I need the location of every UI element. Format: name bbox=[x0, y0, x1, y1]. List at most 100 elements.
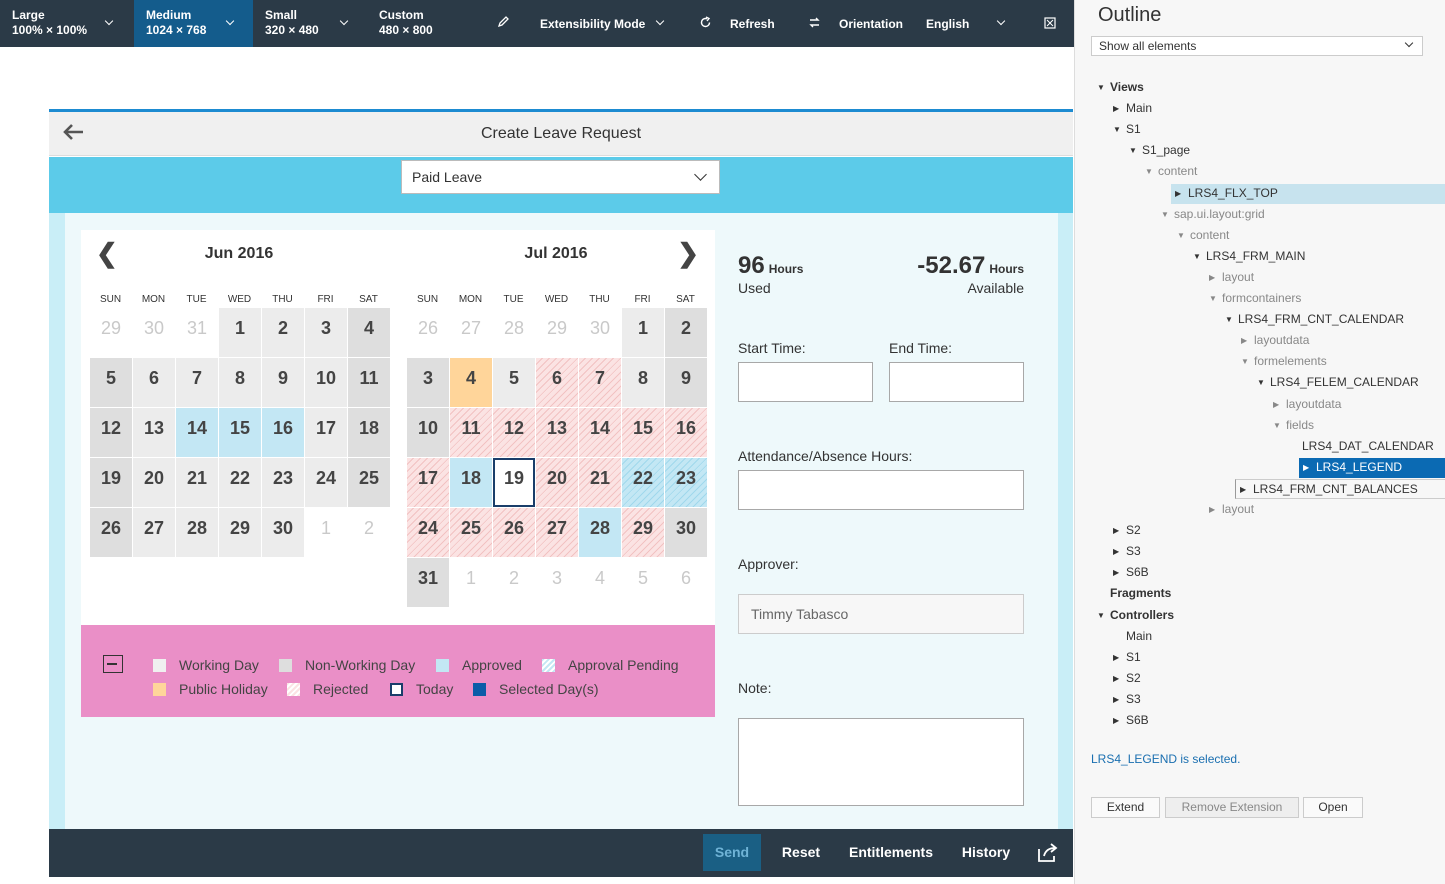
edit-button[interactable] bbox=[490, 0, 520, 47]
tree-node[interactable]: Main bbox=[1113, 627, 1445, 647]
day-cell[interactable]: 26 bbox=[90, 508, 132, 557]
day-cell[interactable]: 23 bbox=[262, 458, 304, 507]
caret-right-icon[interactable]: ▶ bbox=[1113, 669, 1119, 688]
tree-node[interactable]: ▼ LRS4_FRM_MAIN bbox=[1193, 247, 1445, 267]
caret-right-icon[interactable]: ▶ bbox=[1113, 711, 1119, 730]
day-cell[interactable]: 18 bbox=[450, 458, 492, 507]
language-dropdown[interactable]: English bbox=[916, 0, 1016, 47]
day-cell[interactable]: 8 bbox=[622, 358, 664, 407]
tree-node[interactable]: LRS4_DAT_CALENDAR bbox=[1289, 437, 1445, 457]
caret-down-icon[interactable]: ▼ bbox=[1193, 247, 1201, 266]
day-cell[interactable]: 5 bbox=[493, 358, 535, 407]
day-cell[interactable]: 6 bbox=[133, 358, 175, 407]
day-cell[interactable]: 12 bbox=[493, 408, 535, 457]
day-cell[interactable]: 25 bbox=[348, 458, 390, 507]
tree-node[interactable]: ▶ S1 bbox=[1113, 648, 1445, 668]
day-cell[interactable]: 12 bbox=[90, 408, 132, 457]
tree-node[interactable]: ▼ S1 bbox=[1113, 120, 1445, 140]
day-cell[interactable]: 19 bbox=[493, 458, 535, 507]
day-cell[interactable]: 17 bbox=[305, 408, 347, 457]
tree-node[interactable]: ▼ Views bbox=[1097, 78, 1445, 98]
size-custom-button[interactable]: Custom 480 × 800 bbox=[367, 0, 487, 47]
day-cell[interactable]: 15 bbox=[219, 408, 261, 457]
day-cell[interactable]: 21 bbox=[176, 458, 218, 507]
day-cell[interactable]: 5 bbox=[90, 358, 132, 407]
tree-node[interactable]: ▼ content bbox=[1145, 162, 1445, 182]
caret-right-icon[interactable]: ▶ bbox=[1113, 690, 1119, 709]
tree-node[interactable]: ▶ layoutdata bbox=[1241, 331, 1445, 351]
day-cell[interactable]: 14 bbox=[579, 408, 621, 457]
caret-right-icon[interactable]: ▶ bbox=[1303, 458, 1309, 477]
tree-node[interactable]: ▼ LRS4_FRM_CNT_CALENDAR bbox=[1225, 310, 1445, 330]
collapse-icon[interactable] bbox=[103, 655, 123, 673]
tree-node[interactable]: ▼ S1_page bbox=[1129, 141, 1445, 161]
day-cell[interactable]: 11 bbox=[450, 408, 492, 457]
tree-node[interactable]: ▼ formcontainers bbox=[1209, 289, 1445, 309]
leave-type-select[interactable]: Paid Leave bbox=[401, 160, 720, 194]
day-cell[interactable]: 25 bbox=[450, 508, 492, 557]
day-cell[interactable]: 11 bbox=[348, 358, 390, 407]
day-cell[interactable]: 10 bbox=[407, 408, 449, 457]
day-cell[interactable]: 18 bbox=[348, 408, 390, 457]
caret-down-icon[interactable]: ▼ bbox=[1225, 310, 1233, 329]
note-textarea[interactable] bbox=[738, 718, 1024, 806]
outline-filter-select[interactable]: Show all elements bbox=[1091, 36, 1423, 56]
history-button[interactable]: History bbox=[955, 834, 1017, 871]
size-small-button[interactable]: Small 320 × 480 bbox=[253, 0, 367, 47]
day-cell[interactable]: 20 bbox=[536, 458, 578, 507]
caret-down-icon[interactable]: ▼ bbox=[1161, 205, 1169, 224]
caret-down-icon[interactable]: ▼ bbox=[1257, 373, 1265, 392]
day-cell[interactable]: 27 bbox=[133, 508, 175, 557]
day-cell[interactable]: 13 bbox=[133, 408, 175, 457]
fullscreen-button[interactable] bbox=[1036, 0, 1066, 47]
caret-down-icon[interactable]: ▼ bbox=[1113, 120, 1121, 139]
tree-node[interactable]: ▶ S2 bbox=[1113, 521, 1445, 541]
caret-down-icon[interactable]: ▼ bbox=[1097, 78, 1105, 97]
day-cell[interactable]: 29 bbox=[622, 508, 664, 557]
tree-node[interactable]: ▶ S3 bbox=[1113, 542, 1445, 562]
day-cell[interactable]: 20 bbox=[133, 458, 175, 507]
tree-node[interactable]: ▶ layout bbox=[1209, 500, 1445, 520]
caret-right-icon[interactable]: ▶ bbox=[1240, 480, 1246, 499]
day-cell[interactable]: 16 bbox=[262, 408, 304, 457]
day-cell[interactable]: 31 bbox=[407, 558, 449, 607]
day-cell[interactable]: 22 bbox=[622, 458, 664, 507]
caret-right-icon[interactable]: ▶ bbox=[1113, 648, 1119, 667]
day-cell[interactable]: 6 bbox=[536, 358, 578, 407]
tree-node[interactable]: ▼ sap.ui.layout:grid bbox=[1161, 205, 1445, 225]
tree-node[interactable]: ▶ LRS4_FLX_TOP bbox=[1171, 184, 1445, 204]
extend-button[interactable]: Extend bbox=[1091, 797, 1160, 818]
day-cell[interactable]: 28 bbox=[579, 508, 621, 557]
day-cell[interactable]: 27 bbox=[536, 508, 578, 557]
caret-right-icon[interactable]: ▶ bbox=[1175, 184, 1181, 203]
day-cell[interactable]: 4 bbox=[450, 358, 492, 407]
day-cell[interactable]: 10 bbox=[305, 358, 347, 407]
reset-button[interactable]: Reset bbox=[775, 834, 827, 871]
hours-input[interactable] bbox=[738, 470, 1024, 510]
day-cell[interactable]: 3 bbox=[305, 308, 347, 357]
day-cell[interactable]: 15 bbox=[622, 408, 664, 457]
caret-down-icon[interactable]: ▼ bbox=[1273, 416, 1281, 435]
approver-field[interactable]: Timmy Tabasco bbox=[738, 594, 1024, 634]
caret-right-icon[interactable]: ▶ bbox=[1209, 500, 1215, 519]
day-cell[interactable]: 17 bbox=[407, 458, 449, 507]
refresh-button[interactable]: Refresh bbox=[690, 0, 790, 47]
tree-node[interactable]: ▼ fields bbox=[1273, 416, 1445, 436]
send-button[interactable]: Send bbox=[703, 834, 761, 871]
day-cell[interactable]: 16 bbox=[665, 408, 707, 457]
caret-down-icon[interactable]: ▼ bbox=[1097, 606, 1105, 625]
tree-node[interactable]: ▶ S3 bbox=[1113, 690, 1445, 710]
entitlements-button[interactable]: Entitlements bbox=[845, 834, 937, 871]
caret-right-icon[interactable]: ▶ bbox=[1273, 395, 1279, 414]
tree-node[interactable]: Fragments bbox=[1097, 584, 1445, 604]
day-cell[interactable]: 14 bbox=[176, 408, 218, 457]
caret-down-icon[interactable]: ▼ bbox=[1209, 289, 1217, 308]
caret-right-icon[interactable]: ▶ bbox=[1113, 563, 1119, 582]
day-cell[interactable]: 2 bbox=[665, 308, 707, 357]
day-cell[interactable]: 4 bbox=[348, 308, 390, 357]
day-cell[interactable]: 30 bbox=[665, 508, 707, 557]
orientation-button[interactable]: Orientation bbox=[800, 0, 910, 47]
tree-node[interactable]: ▶ S6B bbox=[1113, 563, 1445, 583]
day-cell[interactable]: 9 bbox=[665, 358, 707, 407]
tree-node[interactable]: ▶ LRS4_FRM_CNT_BALANCES bbox=[1235, 479, 1445, 499]
